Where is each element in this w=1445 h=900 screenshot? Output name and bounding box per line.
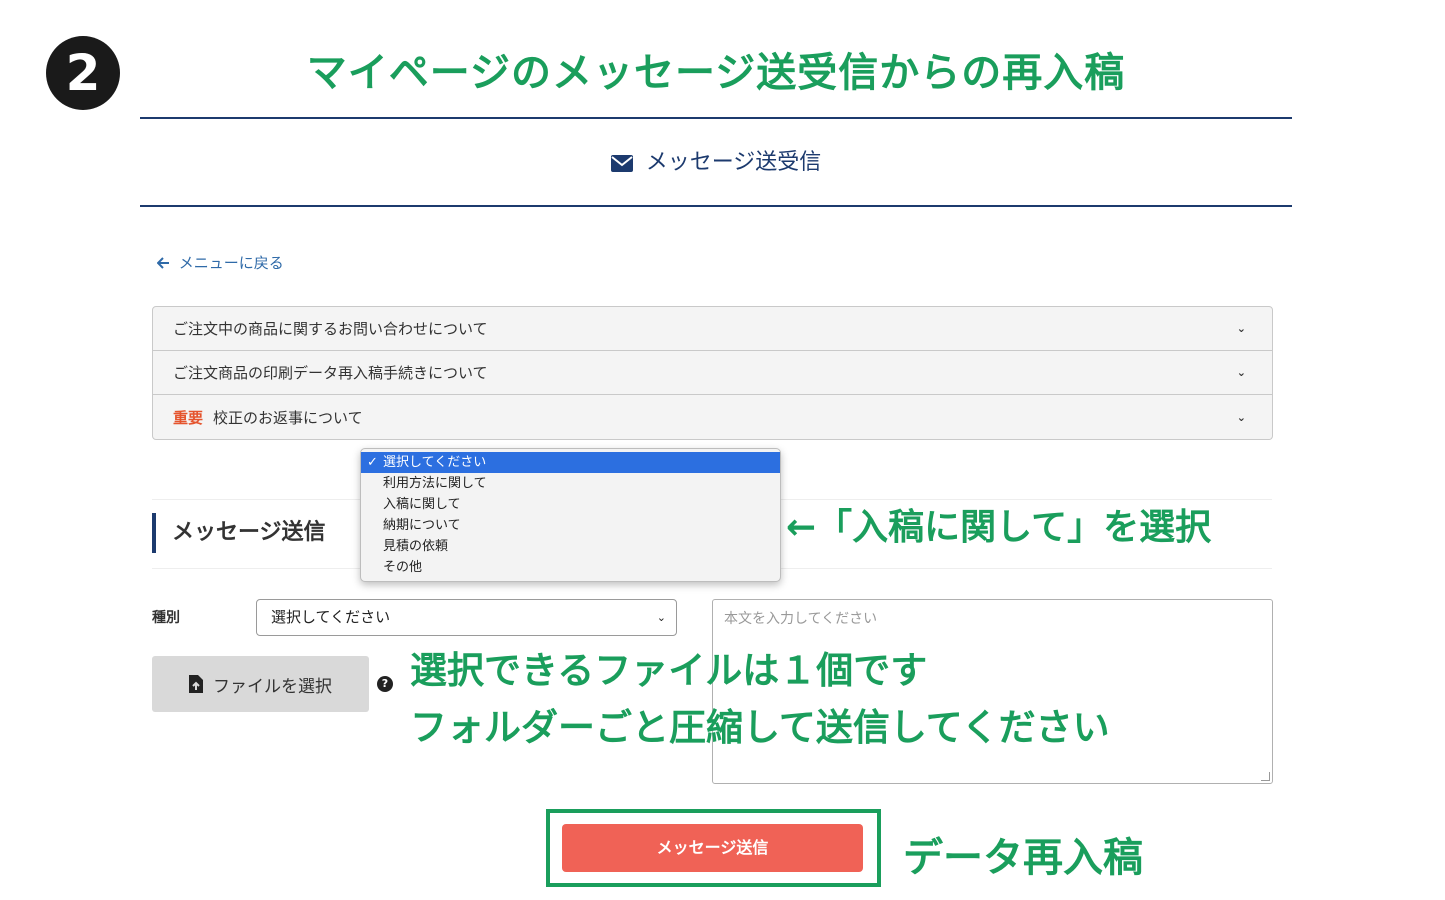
accordion-item-proof-reply[interactable]: 重要 校正のお返事について ⌄ <box>153 395 1272 439</box>
message-send-heading: メッセージ送信 <box>152 513 326 553</box>
section-header-label: メッセージ送受信 <box>645 150 822 175</box>
envelope-icon <box>610 155 633 172</box>
type-select[interactable]: 選択してください ⌄ <box>256 599 677 636</box>
submit-hint-annotation: データ再入稿 <box>903 835 1143 881</box>
accordion-item-label: 校正のお返事について <box>213 408 363 427</box>
divider-top <box>140 117 1292 119</box>
back-to-menu-link[interactable]: メニューに戻る <box>156 252 284 273</box>
accordion-item-resubmission[interactable]: ご注文商品の印刷データ再入稿手続きについて ⌄ <box>153 351 1272 395</box>
accordion-item-label: ご注文商品の印刷データ再入稿手続きについて <box>173 364 488 382</box>
dropdown-option[interactable]: 納期について <box>361 515 780 536</box>
file-hint-line2: フォルダーごと圧縮して送信してください <box>410 706 1110 749</box>
accordion-item-order-inquiry[interactable]: ご注文中の商品に関するお問い合わせについて ⌄ <box>153 307 1272 351</box>
question-circle-icon[interactable]: ? <box>377 676 393 692</box>
type-dropdown-list: ✓ 選択してください 利用方法に関して 入稿に関して 納期について 見積の依頼 そ… <box>360 448 781 582</box>
divider-bottom <box>140 205 1292 207</box>
file-hint-line1: 選択できるファイルは１個です <box>410 649 928 692</box>
chevron-down-icon: ⌄ <box>1236 410 1246 424</box>
message-body-placeholder: 本文を入力してください <box>724 611 878 627</box>
checkmark-icon: ✓ <box>367 455 378 470</box>
type-select-value: 選択してください <box>271 608 391 626</box>
accordion-item-label: ご注文中の商品に関するお問い合わせについて <box>173 320 488 338</box>
send-message-button[interactable]: メッセージ送信 <box>562 824 863 872</box>
file-upload-icon <box>189 675 203 693</box>
important-badge: 重要 <box>173 408 204 427</box>
file-hint-annotation: 選択できるファイルは１個です フォルダーごと圧縮して送信してください <box>410 642 1110 756</box>
dropdown-option[interactable]: ✓ 選択してください <box>361 452 780 473</box>
page-title: マイページのメッセージ送受信からの再入稿 <box>306 50 1126 96</box>
section-header: メッセージ送受信 <box>140 144 1292 176</box>
chevron-down-icon: ⌄ <box>656 611 666 624</box>
chevron-down-icon: ⌄ <box>1236 322 1246 335</box>
dropdown-option[interactable]: その他 <box>361 557 780 578</box>
back-link-label: メニューに戻る <box>178 254 284 272</box>
dropdown-option[interactable]: 見積の依頼 <box>361 536 780 557</box>
resize-handle-icon[interactable] <box>1261 772 1270 781</box>
type-label: 種別 <box>152 610 180 626</box>
arrow-left-icon <box>156 257 169 269</box>
select-hint-annotation: ←「入稿に関して」を選択 <box>786 507 1212 548</box>
dropdown-option[interactable]: 入稿に関して <box>361 494 780 515</box>
chevron-down-icon: ⌄ <box>1236 366 1246 379</box>
inquiry-accordion: ご注文中の商品に関するお問い合わせについて ⌄ ご注文商品の印刷データ再入稿手続… <box>152 306 1273 440</box>
dropdown-option[interactable]: 利用方法に関して <box>361 473 780 494</box>
choose-file-button[interactable]: ファイルを選択 <box>152 656 369 712</box>
choose-file-label: ファイルを選択 <box>213 676 332 697</box>
step-number-badge: 2 <box>46 36 120 110</box>
